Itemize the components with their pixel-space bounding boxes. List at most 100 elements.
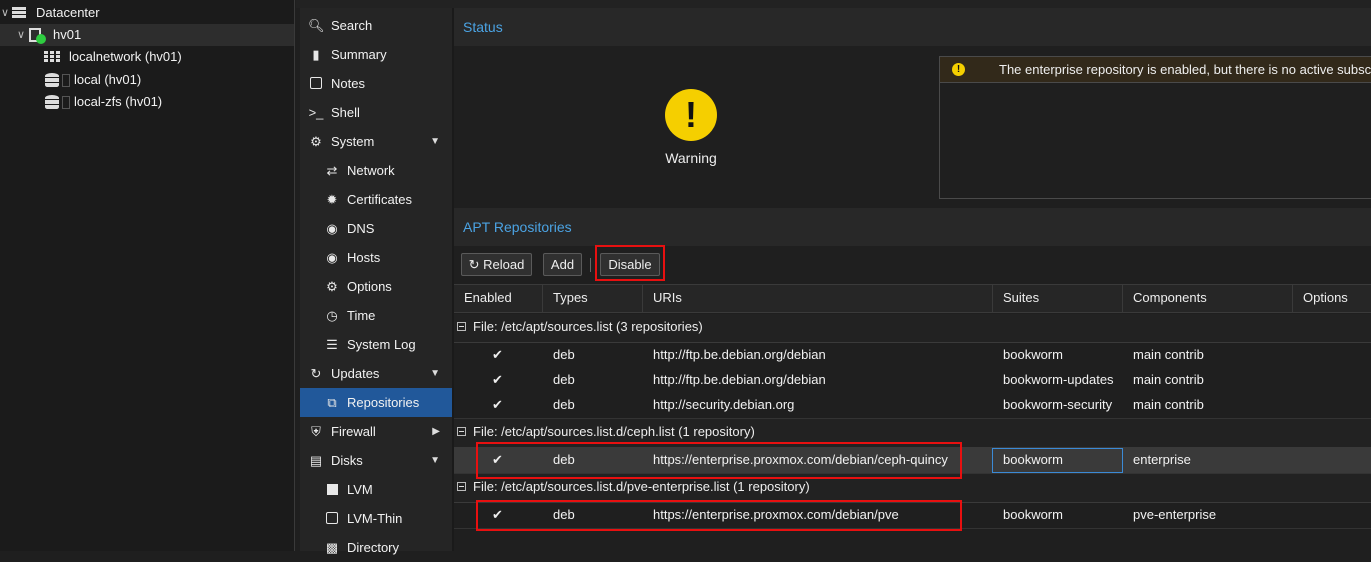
storage-icon	[45, 73, 59, 88]
group-title: File: /etc/apt/sources.list (3 repositor…	[473, 319, 703, 334]
reload-label: Reload	[483, 257, 525, 272]
nav-network[interactable]: ⇄ Network	[300, 156, 452, 185]
globe-icon: ◉	[326, 250, 338, 265]
hdd-icon: ▤	[309, 453, 323, 468]
status-title: Status	[463, 19, 503, 35]
cell-uri: http://security.debian.org	[653, 397, 795, 412]
nav-notes[interactable]: Notes	[300, 69, 452, 98]
shield-icon: ⛨	[311, 424, 321, 439]
terminal-icon: >_	[308, 105, 324, 120]
tree-label-localnetwork: localnetwork (hv01)	[69, 49, 182, 64]
warning-icon: !	[665, 89, 717, 141]
gear-icon: ⚙	[326, 279, 338, 294]
copy-icon: ⧉	[327, 395, 337, 410]
nav-dns[interactable]: ◉ DNS	[300, 214, 452, 243]
clock-icon: ◷	[326, 308, 338, 323]
datacenter-icon	[12, 7, 26, 19]
nav-label: LVM	[347, 482, 373, 497]
nav-label: Options	[347, 279, 392, 294]
tree-item-local-zfs[interactable]: local-zfs (hv01)	[0, 91, 294, 113]
nav-label: Certificates	[347, 192, 413, 207]
status-panel-header: Status	[454, 8, 1371, 47]
caret-right-icon[interactable]: ▶	[432, 417, 440, 446]
column-enabled[interactable]: Enabled	[454, 285, 543, 313]
tree-label-node: hv01	[53, 27, 82, 42]
collapse-icon[interactable]	[457, 482, 466, 491]
cell-components: enterprise	[1133, 452, 1191, 467]
cell-components: main contrib	[1133, 372, 1204, 387]
collapse-icon[interactable]	[457, 322, 466, 331]
tree-item-local[interactable]: local (hv01)	[0, 69, 294, 91]
nav-label: Time	[347, 308, 376, 323]
cell-suites: bookworm	[1003, 452, 1063, 467]
column-suites[interactable]: Suites	[993, 285, 1123, 313]
nav-updates[interactable]: ↻ Updates ▼	[300, 359, 452, 388]
nav-system-log[interactable]: ☰ System Log	[300, 330, 452, 359]
table-row[interactable]: ✔ deb http://security.debian.org bookwor…	[454, 393, 1371, 419]
exchange-icon: ⇄	[326, 163, 338, 178]
nav-lvm[interactable]: LVM	[300, 475, 452, 504]
globe-icon: ◉	[326, 221, 338, 236]
certificate-icon: ✹	[326, 192, 338, 207]
caret-down-icon[interactable]: ▼	[430, 446, 440, 475]
tree-item-node[interactable]: ∨ hv01	[0, 24, 294, 46]
cell-components: main contrib	[1133, 397, 1204, 412]
cell-uri: http://ftp.be.debian.org/debian	[653, 372, 826, 387]
column-components[interactable]: Components	[1123, 285, 1293, 313]
caret-down-icon[interactable]: ▼	[430, 127, 440, 156]
nav-disks[interactable]: ▤ Disks ▼	[300, 446, 452, 475]
nav-label: Network	[347, 163, 395, 178]
nav-lvm-thin[interactable]: LVM-Thin	[300, 504, 452, 533]
repos-grid-header: Enabled Types URIs Suites Components Opt…	[454, 285, 1371, 313]
status-message-row[interactable]: ! The enterprise repository is enabled, …	[940, 57, 1371, 83]
cell-suites: bookworm	[1003, 347, 1063, 362]
caret-down-icon[interactable]: ▼	[430, 359, 440, 388]
nav-label: Firewall	[331, 424, 376, 439]
column-options[interactable]: Options	[1293, 285, 1371, 313]
top-strip	[296, 0, 1371, 8]
search-icon: 🔍︎	[308, 18, 325, 33]
cell-types: deb	[553, 372, 575, 387]
nav-label: Shell	[331, 105, 360, 120]
collapse-icon[interactable]	[457, 427, 466, 436]
table-row[interactable]: ✔ deb http://ftp.be.debian.org/debian bo…	[454, 343, 1371, 369]
tree-item-localnetwork[interactable]: localnetwork (hv01)	[0, 46, 294, 68]
add-button[interactable]: Add	[543, 253, 582, 276]
storage-status-icon	[62, 74, 70, 87]
tree-label-datacenter: Datacenter	[36, 5, 100, 20]
nav-certificates[interactable]: ✹ Certificates	[300, 185, 452, 214]
check-icon: ✔	[492, 397, 503, 412]
highlight-pve-enterprise-row	[476, 500, 962, 531]
nav-time[interactable]: ◷ Time	[300, 301, 452, 330]
nav-label: Search	[331, 18, 373, 33]
group-header-sources-list[interactable]: File: /etc/apt/sources.list (3 repositor…	[454, 314, 1371, 343]
nav-label: Directory	[347, 540, 400, 555]
chevron-down-icon[interactable]: ∨	[17, 24, 25, 46]
table-row[interactable]: ✔ deb http://ftp.be.debian.org/debian bo…	[454, 368, 1371, 394]
book-icon: ▮	[312, 47, 320, 62]
nav-shell[interactable]: >_ Shell	[300, 98, 452, 127]
chevron-down-icon[interactable]: ∨	[1, 2, 9, 24]
nav-hosts[interactable]: ◉ Hosts	[300, 243, 452, 272]
folder-icon: ▩	[325, 540, 339, 555]
nav-repositories[interactable]: ⧉ Repositories	[300, 388, 452, 417]
add-label: Add	[550, 257, 575, 272]
nav-directory[interactable]: ▩ Directory	[300, 533, 452, 562]
note-icon	[308, 69, 324, 98]
nav-label: System Log	[347, 337, 416, 352]
nav-search[interactable]: 🔍︎ Search	[300, 11, 452, 40]
nav-options[interactable]: ⚙ Options	[300, 272, 452, 301]
highlight-disable-button	[595, 245, 665, 281]
node-nav-menu: 🔍︎ Search ▮ Summary Notes >_ Shell ⚙ Sys…	[300, 8, 452, 555]
nav-system[interactable]: ⚙ System ▼	[300, 127, 452, 156]
column-uris[interactable]: URIs	[643, 285, 993, 313]
column-types[interactable]: Types	[543, 285, 643, 313]
nav-label: Disks	[331, 453, 363, 468]
resource-tree: ∨ Datacenter ∨ hv01 localnetwork (hv01) …	[0, 0, 295, 551]
nav-firewall[interactable]: ⛨ Firewall ▶	[300, 417, 452, 446]
reload-button[interactable]: ↻ Reload	[461, 253, 532, 276]
tree-item-datacenter[interactable]: ∨ Datacenter	[0, 2, 294, 24]
storage-icon	[45, 95, 59, 110]
highlight-ceph-row	[476, 442, 962, 479]
nav-summary[interactable]: ▮ Summary	[300, 40, 452, 69]
